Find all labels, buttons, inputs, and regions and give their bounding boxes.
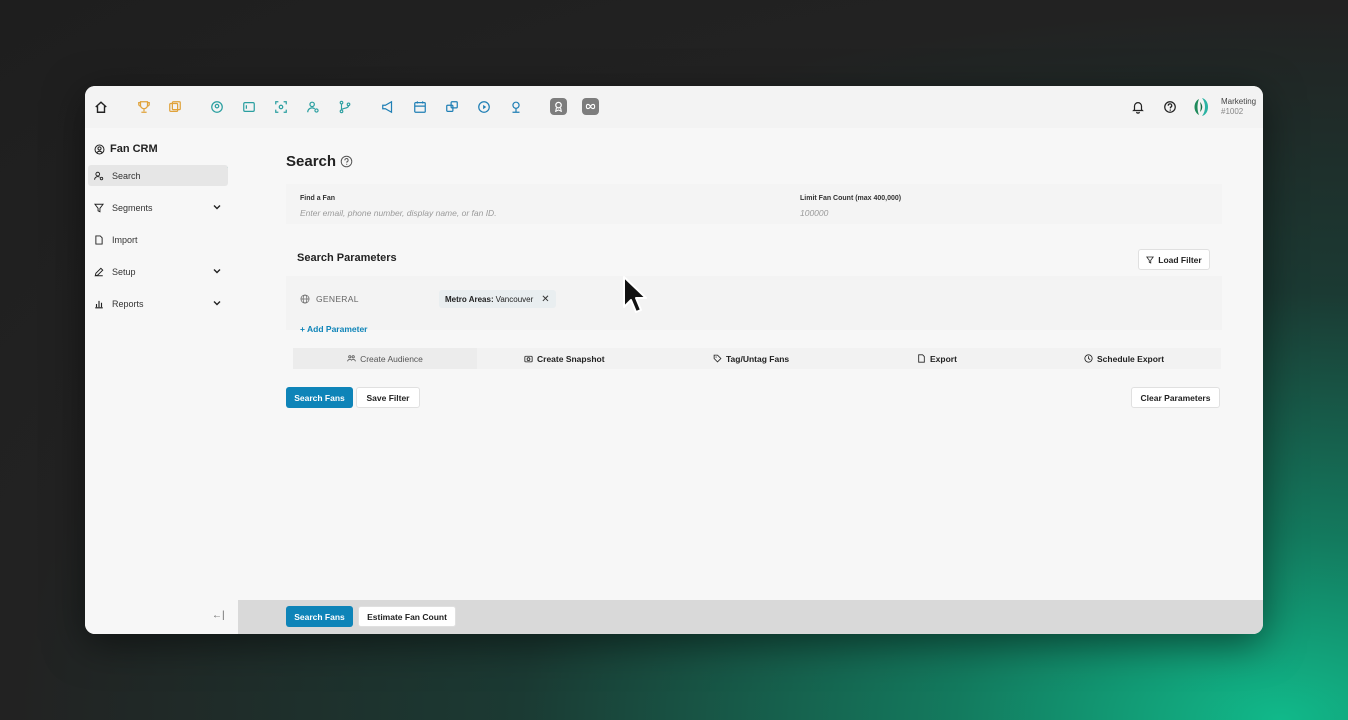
home-icon[interactable]: [93, 99, 109, 115]
sidebar-item-reports[interactable]: Reports: [88, 293, 228, 314]
action-label: Schedule Export: [1097, 353, 1165, 364]
action-bar: Create Audience Create Snapshot Tag/Unta…: [293, 348, 1221, 369]
action-label: Tag/Untag Fans: [726, 353, 790, 364]
sidebar-item-label: Segments: [112, 202, 153, 213]
save-filter-button[interactable]: Save Filter: [356, 387, 420, 408]
sidebar-title-label: Fan CRM: [110, 143, 158, 155]
sidebar-item-label: Search: [112, 170, 141, 181]
top-nav-bar: Marketing #1002: [85, 86, 1263, 128]
trophy-icon[interactable]: [136, 99, 152, 115]
close-icon[interactable]: ✕: [541, 294, 549, 305]
windows-icon[interactable]: [444, 99, 460, 115]
app-window: Marketing #1002 Fan CRM Search Segments …: [85, 86, 1263, 634]
limit-fan-count-label: Limit Fan Count (max 400,000): [800, 195, 902, 202]
load-filter-label: Load Filter: [1158, 254, 1202, 265]
parameter-category: GENERAL: [300, 294, 359, 304]
create-audience-action[interactable]: Create Audience: [293, 348, 477, 369]
sidebar-item-search[interactable]: Search: [88, 165, 228, 186]
action-label: Create Audience: [360, 353, 423, 364]
estimate-fan-count-button[interactable]: Estimate Fan Count: [358, 606, 456, 627]
export-action[interactable]: Export: [917, 348, 957, 369]
user-settings-icon[interactable]: [305, 99, 321, 115]
page-title: Search: [286, 153, 353, 170]
create-snapshot-action[interactable]: Create Snapshot: [524, 348, 605, 369]
help-icon[interactable]: [1162, 99, 1178, 115]
org-name: Marketing: [1221, 97, 1257, 106]
org-id: #1002: [1221, 107, 1244, 116]
help-icon[interactable]: [340, 155, 353, 168]
audience-icon: [347, 355, 356, 362]
calendar-icon[interactable]: [412, 99, 428, 115]
chevron-down-icon[interactable]: [212, 202, 222, 212]
load-filter-button[interactable]: Load Filter: [1138, 249, 1210, 270]
sidebar-item-label: Setup: [112, 266, 136, 277]
search-fans-button[interactable]: Search Fans: [286, 387, 353, 408]
mouse-cursor-icon: [623, 276, 647, 313]
sticky-footer: Search Fans Estimate Fan Count: [238, 600, 1263, 634]
chart-icon: [94, 299, 104, 309]
infinity-icon[interactable]: [582, 98, 599, 115]
chip-key: Metro Areas:: [445, 294, 494, 304]
main-content: Search Find a Fan Enter email, phone num…: [253, 128, 1263, 598]
cards-icon[interactable]: [167, 99, 183, 115]
limit-fan-count-input[interactable]: 100000: [800, 208, 828, 218]
org-switcher[interactable]: Marketing #1002: [1221, 97, 1256, 117]
file-icon: [94, 234, 104, 245]
trophy-badge-icon[interactable]: [550, 98, 567, 115]
sidebar-item-label: Reports: [112, 298, 144, 309]
schedule-export-action[interactable]: Schedule Export: [1084, 348, 1164, 369]
add-parameter-link[interactable]: + Add Parameter: [300, 324, 367, 334]
file-export-icon: [918, 354, 925, 363]
page-title-text: Search: [286, 153, 337, 170]
tag-untag-action[interactable]: Tag/Untag Fans: [713, 348, 789, 369]
sidebar-title: Fan CRM: [94, 143, 158, 155]
bell-icon[interactable]: [1130, 99, 1146, 115]
sidebar-item-setup[interactable]: Setup: [88, 261, 228, 282]
users-search-icon: [94, 171, 104, 181]
edit-icon: [94, 267, 104, 277]
parameter-category-label: GENERAL: [316, 294, 359, 304]
globe-icon: [300, 294, 310, 304]
chip-value: Vancouver: [495, 294, 534, 304]
collapse-sidebar-icon[interactable]: ←|: [212, 610, 225, 621]
sidebar: Fan CRM Search Segments Import Setup Rep…: [85, 128, 238, 634]
scan-icon[interactable]: [273, 99, 289, 115]
parameters-panel: [286, 276, 1222, 330]
chevron-down-icon[interactable]: [212, 298, 222, 308]
org-logo-icon[interactable]: [1191, 96, 1213, 118]
sidebar-item-segments[interactable]: Segments: [88, 197, 228, 218]
chevron-down-icon[interactable]: [212, 266, 222, 276]
sidebar-item-label: Import: [112, 234, 138, 245]
footer-search-fans-button[interactable]: Search Fans: [286, 606, 353, 627]
sidebar-item-import[interactable]: Import: [88, 229, 228, 250]
find-fan-input[interactable]: Enter email, phone number, display name,…: [300, 208, 497, 218]
parameter-chip[interactable]: Metro Areas: Vancouver ✕: [439, 290, 556, 308]
tag-icon: [713, 354, 722, 363]
user-circle-icon: [94, 144, 105, 154]
filter-icon: [1146, 256, 1155, 264]
search-parameters-title: Search Parameters: [297, 252, 397, 264]
location-pin-icon[interactable]: [508, 99, 524, 115]
branch-icon[interactable]: [337, 99, 353, 115]
clear-parameters-button[interactable]: Clear Parameters: [1131, 387, 1220, 408]
find-fan-label: Find a Fan: [300, 195, 335, 202]
camera-icon: [524, 355, 533, 363]
play-circle-icon[interactable]: [476, 99, 492, 115]
user-circle-icon[interactable]: [209, 99, 225, 115]
action-label: Export: [930, 353, 957, 364]
find-panel: [286, 184, 1222, 224]
filter-icon: [94, 203, 104, 213]
action-label: Create Snapshot: [537, 353, 605, 364]
clock-icon: [1084, 354, 1093, 363]
megaphone-icon[interactable]: [380, 99, 396, 115]
id-card-icon[interactable]: [241, 99, 257, 115]
